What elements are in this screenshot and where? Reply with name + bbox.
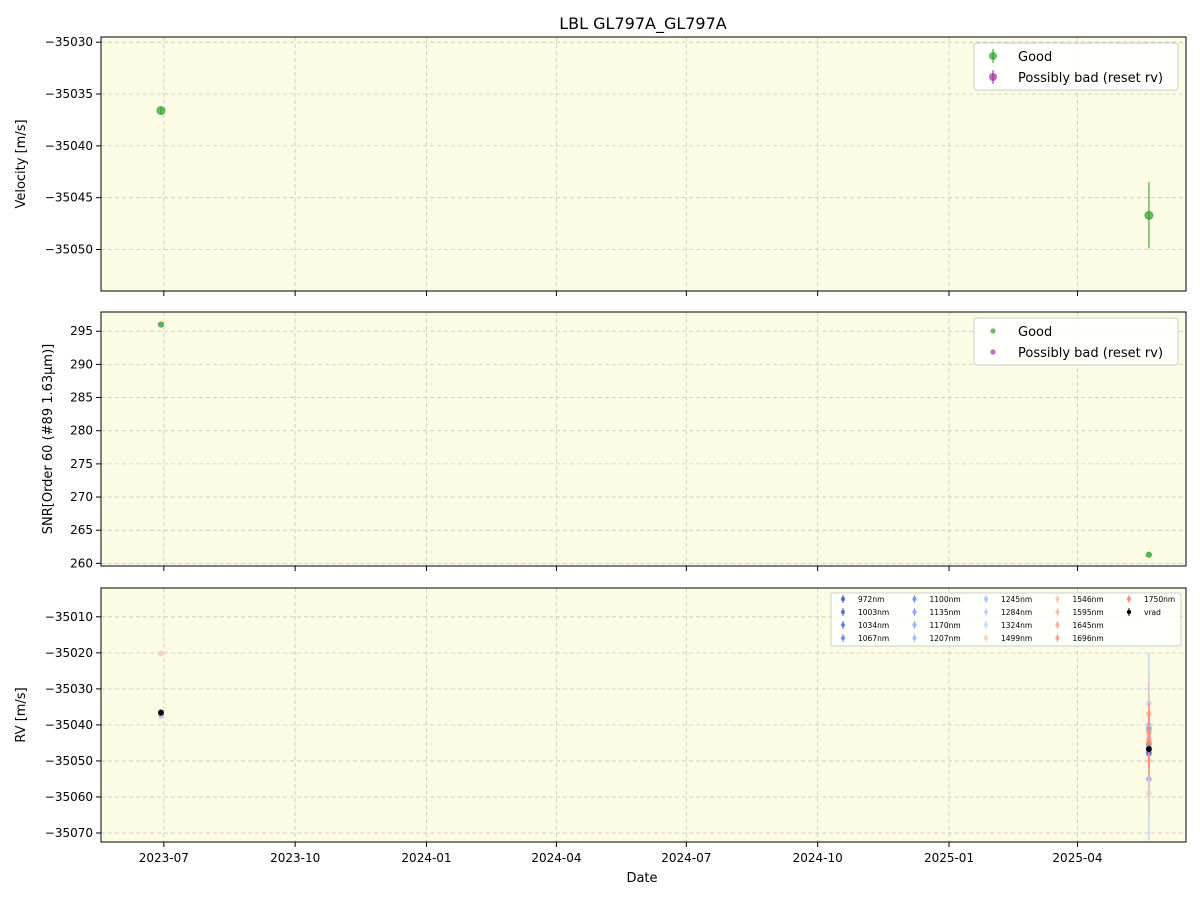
legend-marker xyxy=(912,609,917,615)
y-tick-label: 260 xyxy=(70,556,93,570)
y-tick-label: 265 xyxy=(70,523,93,537)
snr-panel: 295 290 285 280 275 270 265 260 Good Possibly bad… xyxy=(70,311,1187,571)
y-tick-label: −35030 xyxy=(45,35,93,49)
legend-label: Good xyxy=(1018,325,1052,340)
legend-label: 1207nm xyxy=(930,634,961,643)
legend-label: 1696nm xyxy=(1073,634,1104,643)
x-tick-label: 2024-07 xyxy=(661,851,711,865)
legend-label: 1645nm xyxy=(1073,621,1104,630)
y-tick-label: −35020 xyxy=(45,646,93,660)
y-tick-label: −35040 xyxy=(45,139,93,153)
y-tick-label: 275 xyxy=(70,457,93,471)
data-point xyxy=(157,321,165,328)
legend-label: Possibly bad (reset rv) xyxy=(1018,346,1163,361)
legend-marker xyxy=(840,596,846,602)
x-tick-label: 2023-07 xyxy=(139,851,189,865)
legend-marker xyxy=(983,635,989,641)
legend-marker xyxy=(1126,609,1132,615)
velocity-y-axis-label: Velocity [m/s] xyxy=(14,119,29,208)
y-tick-label: 295 xyxy=(70,324,93,338)
legend-label: 1595nm xyxy=(1073,608,1104,617)
y-tick-label: −35060 xyxy=(45,790,93,804)
x-tick-label: 2024-10 xyxy=(793,851,843,865)
y-tick-label: −35050 xyxy=(45,754,93,768)
data-point xyxy=(158,650,164,657)
y-tick-label: −35050 xyxy=(45,243,93,257)
y-tick-label: −35040 xyxy=(45,718,93,732)
y-tick-label: 280 xyxy=(70,424,93,438)
legend-label: 1750nm xyxy=(1144,595,1175,604)
data-point xyxy=(1145,746,1152,752)
x-tick-label: 2025-04 xyxy=(1052,851,1102,865)
legend-label: 1324nm xyxy=(1001,621,1032,630)
legend-label: 1135nm xyxy=(930,608,961,617)
legend-marker xyxy=(983,609,989,615)
legend-label: 1245nm xyxy=(1001,595,1032,604)
legend-marker xyxy=(1055,609,1060,615)
y-tick-label: −35030 xyxy=(45,682,93,696)
legend-label: 1284nm xyxy=(1001,608,1032,617)
data-point xyxy=(156,106,166,116)
x-axis-label: Date xyxy=(626,871,657,886)
rv-y-axis-label: RV [m/s] xyxy=(14,687,29,742)
data-point xyxy=(1144,210,1154,220)
legend-label: 1100nm xyxy=(930,595,961,604)
legend-label: 972nm xyxy=(858,595,884,604)
legend-label: 1170nm xyxy=(930,621,961,630)
y-tick-label: −35070 xyxy=(45,826,93,840)
legend-marker xyxy=(912,596,917,602)
legend-label: Good xyxy=(1018,50,1052,65)
legend-marker xyxy=(989,52,997,60)
legend-marker xyxy=(1055,635,1060,641)
legend-marker xyxy=(989,73,997,81)
legend-marker xyxy=(990,328,996,334)
legend-label: vrad xyxy=(1144,608,1161,617)
legend-label: 1499nm xyxy=(1001,634,1032,643)
data-point xyxy=(1145,790,1152,797)
legend-marker xyxy=(1055,596,1060,602)
y-tick-label: 270 xyxy=(70,490,93,504)
y-tick-label: 290 xyxy=(70,357,93,371)
y-tick-label: 285 xyxy=(70,391,93,405)
legend-marker xyxy=(1055,622,1060,628)
legend-marker xyxy=(983,596,989,602)
snr-y-axis-label: SNR[Order 60 (#89 1.63µm)] xyxy=(41,344,56,535)
data-point xyxy=(1145,740,1152,746)
legend-label: Possibly bad (reset rv) xyxy=(1018,71,1163,86)
x-tick-label: 2025-01 xyxy=(924,851,974,865)
legend-marker xyxy=(983,622,989,628)
data-point xyxy=(1145,551,1152,558)
y-tick-label: −35035 xyxy=(45,87,93,101)
legend-label: 1003nm xyxy=(858,608,889,617)
y-tick-label: −35010 xyxy=(45,610,93,624)
legend-marker xyxy=(1126,596,1132,602)
legend-marker xyxy=(912,622,917,628)
x-tick-label: 2024-01 xyxy=(401,851,451,865)
legend-marker xyxy=(840,635,846,641)
x-tick-label: 2023-10 xyxy=(270,851,320,865)
legend-marker xyxy=(912,635,917,641)
legend-marker xyxy=(840,609,846,615)
legend-label: 1546nm xyxy=(1073,595,1104,604)
figure-title: LBL GL797A_GL797A xyxy=(559,14,727,34)
data-point xyxy=(158,709,164,716)
legend-label: 1067nm xyxy=(858,634,889,643)
legend-marker xyxy=(990,349,996,355)
x-tick-label: 2024-04 xyxy=(531,851,581,865)
legend-label: 1034nm xyxy=(858,621,889,630)
legend-marker xyxy=(840,622,846,628)
figure: LBL GL797A_GL797A −35030−35035−35040−350… xyxy=(14,14,1187,886)
y-tick-label: −35045 xyxy=(45,191,93,205)
rv-panel: 2023-07 2023-10 2024-01 2024-04 2024-07 2024-… xyxy=(45,587,1187,865)
velocity-panel: −35030 −35035 −35040 −35045 −35050 Good Possib… xyxy=(45,35,1187,296)
